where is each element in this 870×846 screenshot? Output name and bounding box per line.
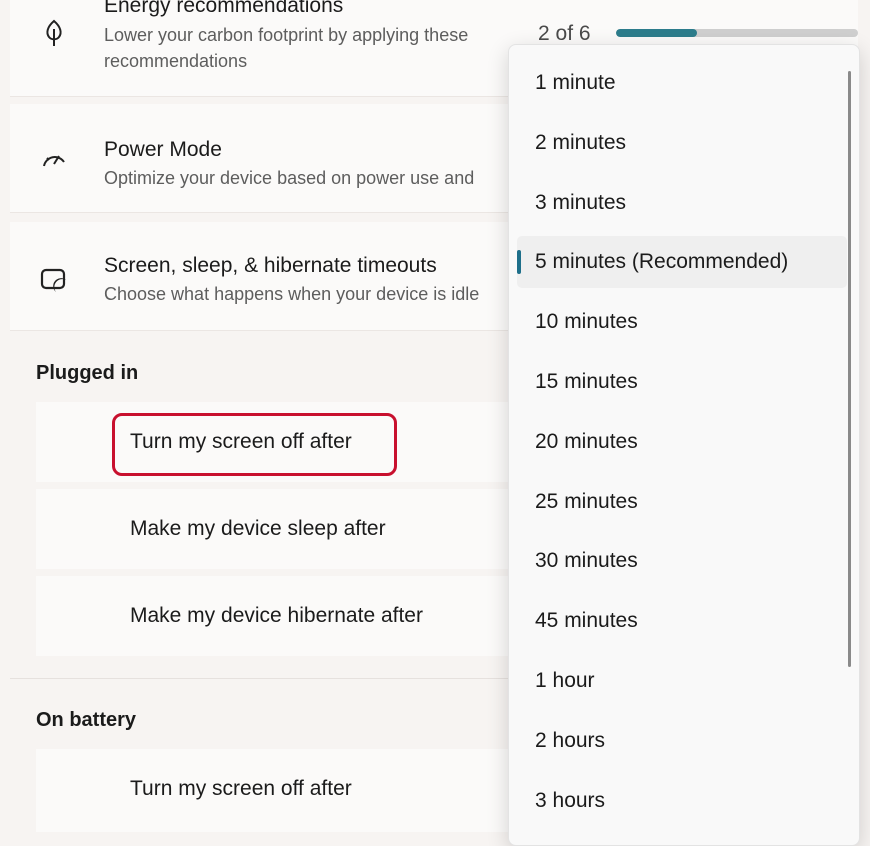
dropdown-option-label: 3 hours	[535, 788, 606, 812]
battery-screen-off-row[interactable]: Turn my screen off after	[36, 749, 516, 832]
power-mode-description: Optimize your device based on power use …	[104, 168, 475, 188]
speedometer-icon	[43, 155, 65, 167]
energy-progress-bar	[616, 29, 858, 37]
plugged-sleep-row[interactable]: Make my device sleep after	[36, 489, 516, 569]
highlight-box	[112, 413, 397, 476]
dropdown-option[interactable]: 30 minutes	[517, 535, 847, 587]
dropdown-option-label: 2 hours	[535, 728, 606, 752]
dropdown-option[interactable]: 3 minutes	[517, 177, 847, 229]
dropdown-option[interactable]: 1 minute	[517, 57, 847, 109]
screen-sleep-icon	[40, 268, 66, 292]
timeouts-title: Screen, sleep, & hibernate timeouts	[104, 254, 437, 277]
dropdown-option-label: 10 minutes	[535, 310, 638, 334]
dropdown-option-label: 25 minutes	[535, 489, 638, 513]
dropdown-option-label: 1 hour	[535, 669, 595, 692]
plugged-in-heading: Plugged in	[36, 362, 139, 384]
plugged-hibernate-label: Make my device hibernate after	[130, 604, 423, 627]
energy-progress-fill	[616, 29, 697, 37]
dropdown-option[interactable]: 2 hours	[517, 715, 847, 767]
battery-screen-off-label: Turn my screen off after	[130, 777, 352, 800]
dropdown-option-label: 20 minutes	[535, 429, 638, 453]
dropdown-option[interactable]: 10 minutes	[517, 296, 847, 348]
dropdown-option-label: 30 minutes	[535, 549, 638, 573]
dropdown-option[interactable]: 3 hours	[517, 775, 847, 827]
dropdown-option-label: 2 minutes	[535, 130, 627, 154]
dropdown-option-label: 5 minutes (Recommended)	[535, 250, 789, 274]
dropdown-scrollbar[interactable]	[848, 71, 851, 667]
leaf-icon	[46, 19, 62, 46]
selected-indicator	[517, 250, 521, 275]
dropdown-option[interactable]: 5 minutes (Recommended)	[517, 236, 847, 289]
on-battery-heading: On battery	[36, 709, 137, 731]
dropdown-option[interactable]: 15 minutes	[517, 356, 847, 408]
dropdown-option-label: 3 minutes	[535, 190, 627, 214]
dropdown-option[interactable]: 2 minutes	[517, 117, 847, 169]
energy-title: Energy recommendations	[104, 0, 344, 17]
timeout-dropdown-menu[interactable]: 1 minute 2 minutes 3 minutes 5 minutes (Rec…	[508, 44, 860, 846]
energy-progress-text: 2 of 6	[538, 22, 591, 45]
plugged-hibernate-row[interactable]: Make my device hibernate after	[36, 576, 516, 656]
power-mode-title: Power Mode	[104, 138, 222, 161]
dropdown-option[interactable]: 25 minutes	[517, 476, 847, 528]
dropdown-option[interactable]: 20 minutes	[517, 416, 847, 468]
energy-description: Lower your carbon footprint by applying …	[104, 25, 469, 71]
dropdown-option[interactable]: 45 minutes	[517, 595, 847, 647]
dropdown-option-label: 15 minutes	[535, 370, 638, 393]
dropdown-option-label: 1 minute	[535, 71, 616, 94]
dropdown-option[interactable]: 1 hour	[517, 655, 847, 707]
plugged-sleep-label: Make my device sleep after	[130, 517, 386, 540]
dropdown-option-label: 45 minutes	[535, 609, 638, 633]
timeouts-description: Choose what happens when your device is …	[104, 284, 480, 304]
